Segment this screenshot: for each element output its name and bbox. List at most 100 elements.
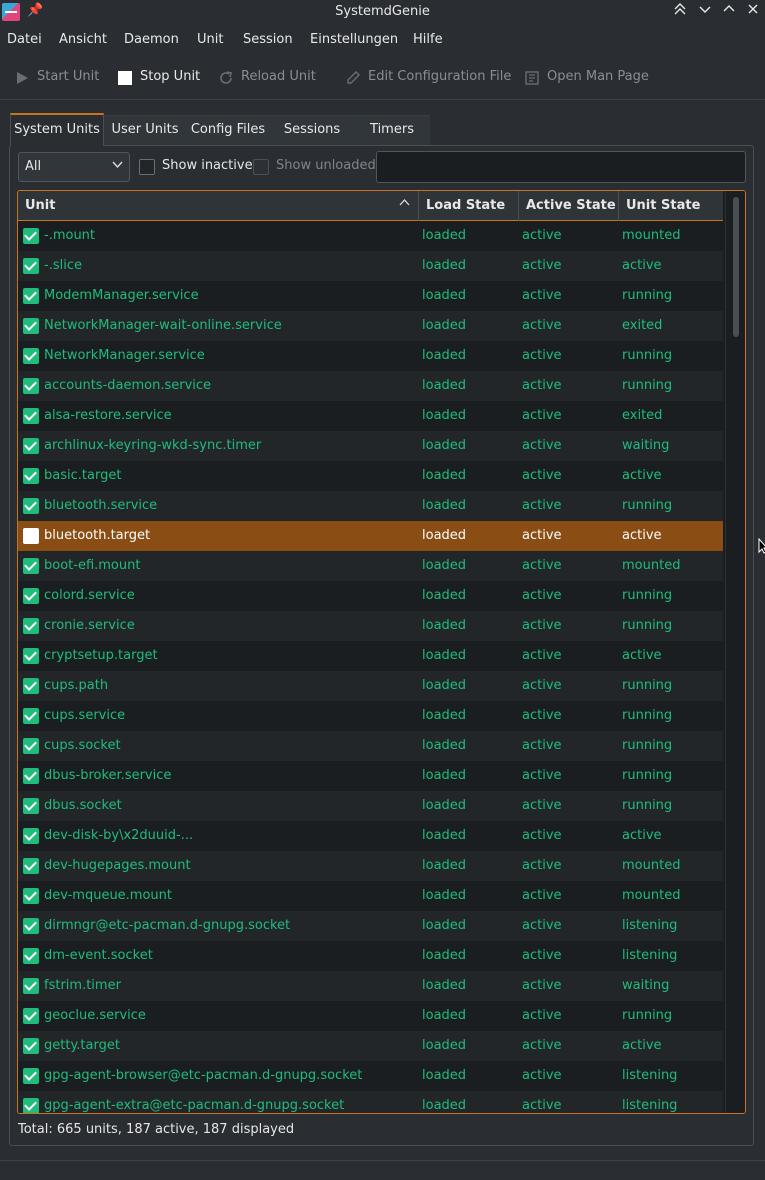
table-row[interactable]: alsa-restore.service loaded active exited <box>18 401 723 431</box>
table-row[interactable]: dbus-broker.service loaded active running <box>18 761 723 791</box>
active-state: active <box>522 498 562 513</box>
unit-state: running <box>622 678 673 693</box>
unit-state: mounted <box>622 888 681 903</box>
table-row[interactable]: ModemManager.service loaded active running <box>18 281 723 311</box>
reload-unit-button[interactable]: Reload Unit <box>218 68 318 88</box>
menu-daemon[interactable]: Daemon <box>124 32 179 47</box>
table-row[interactable]: basic.target loaded active active <box>18 461 723 491</box>
edit-configuration-file-button[interactable]: Edit Configuration File <box>345 68 511 88</box>
menu-unit[interactable]: Unit <box>197 32 223 47</box>
active-state: active <box>522 438 562 453</box>
check-icon <box>23 738 39 754</box>
menu-ansicht[interactable]: Ansicht <box>59 32 107 47</box>
column-header-unit-state[interactable]: Unit State <box>619 191 723 221</box>
table-row[interactable]: bluetooth.target loaded active active <box>18 521 723 551</box>
table-row[interactable]: cups.service loaded active running <box>18 701 723 731</box>
table-row[interactable]: dbus.socket loaded active running <box>18 791 723 821</box>
unit-name: dev-hugepages.mount <box>44 858 191 873</box>
table-row[interactable]: cronie.service loaded active running <box>18 611 723 641</box>
menu-datei[interactable]: Datei <box>7 32 42 47</box>
search-input[interactable] <box>376 151 746 183</box>
table-row[interactable]: -.slice loaded active active <box>18 251 723 281</box>
active-state: active <box>522 558 562 573</box>
vertical-scrollbar[interactable] <box>725 191 745 1113</box>
tab-sessions[interactable]: Sessions <box>270 115 354 145</box>
table-row[interactable]: cups.socket loaded active running <box>18 731 723 761</box>
active-state: active <box>522 768 562 783</box>
load-state: loaded <box>422 768 467 783</box>
table-row[interactable]: dev-mqueue.mount loaded active mounted <box>18 881 723 911</box>
scrollbar-thumb[interactable] <box>733 197 739 337</box>
table-row[interactable]: bluetooth.service loaded active running <box>18 491 723 521</box>
close-icon[interactable] <box>743 2 763 22</box>
unit-type-select[interactable]: All <box>18 152 130 182</box>
table-row[interactable]: gpg-agent-extra@etc-pacman.d-gnupg.socke… <box>18 1091 723 1113</box>
start-unit-button[interactable]: Start Unit <box>14 68 104 88</box>
unit-state: running <box>622 798 673 813</box>
table-row[interactable]: colord.service loaded active running <box>18 581 723 611</box>
unit-name: gpg-agent-browser@etc-pacman.d-gnupg.soc… <box>44 1068 363 1083</box>
menu-session[interactable]: Session <box>243 32 293 47</box>
table-row[interactable]: getty.target loaded active active <box>18 1031 723 1061</box>
unit-name: alsa-restore.service <box>44 408 172 423</box>
unit-name: gpg-agent-extra@etc-pacman.d-gnupg.socke… <box>44 1098 345 1113</box>
table-row[interactable]: NetworkManager-wait-online.service loaded… <box>18 311 723 341</box>
keep-above-icon[interactable] <box>670 2 690 22</box>
unit-name: bluetooth.service <box>44 498 158 513</box>
check-icon <box>23 618 39 634</box>
unit-state: listening <box>622 948 678 963</box>
play-icon <box>17 72 28 84</box>
table-row[interactable]: dm-event.socket loaded active listening <box>18 941 723 971</box>
show-unloaded-box[interactable] <box>253 159 269 175</box>
table-row[interactable]: dirmngr@etc-pacman.d-gnupg.socket loaded a… <box>18 911 723 941</box>
menu-hilfe[interactable]: Hilfe <box>413 32 443 47</box>
table-row[interactable]: geoclue.service loaded active running <box>18 1001 723 1031</box>
active-state: active <box>522 858 562 873</box>
tab-timers[interactable]: Timers <box>354 115 430 145</box>
table-row[interactable]: dev-hugepages.mount loaded active mounted <box>18 851 723 881</box>
active-state: active <box>522 228 562 243</box>
unit-name: NetworkManager.service <box>44 348 205 363</box>
unit-name: -.mount <box>44 228 96 243</box>
stop-unit-button[interactable]: Stop Unit <box>117 68 207 88</box>
table-row[interactable]: cryptsetup.target loaded active active <box>18 641 723 671</box>
load-state: loaded <box>422 378 467 393</box>
unit-name: dev-mqueue.mount <box>44 888 173 903</box>
unit-name: basic.target <box>44 468 122 483</box>
show-inactive-box[interactable] <box>139 159 155 175</box>
unit-state: running <box>622 288 673 303</box>
column-header-active-state[interactable]: Active State <box>519 191 619 221</box>
table-row[interactable]: boot-efi.mount loaded active mounted <box>18 551 723 581</box>
load-state: loaded <box>422 528 467 543</box>
unit-state: running <box>622 1008 673 1023</box>
row-status-box <box>23 528 39 544</box>
check-icon <box>23 498 39 514</box>
active-state: active <box>522 648 562 663</box>
table-row[interactable]: accounts-daemon.service loaded active runni… <box>18 371 723 401</box>
table-row[interactable]: fstrim.timer loaded active waiting <box>18 971 723 1001</box>
column-header-unit[interactable]: Unit <box>18 191 419 221</box>
minimize-icon[interactable] <box>695 2 715 22</box>
check-icon <box>23 918 39 934</box>
table-row[interactable]: -.mount loaded active mounted <box>18 221 723 251</box>
show-inactive-checkbox[interactable]: Show inactive <box>139 158 253 176</box>
table-row[interactable]: dev-disk-by\x2duuid-... loaded active activ… <box>18 821 723 851</box>
menu-einstellungen[interactable]: Einstellungen <box>310 32 398 47</box>
tab-config-files[interactable]: Config Files <box>186 115 270 145</box>
tab-system-units[interactable]: System Units <box>10 113 104 146</box>
check-icon <box>23 708 39 724</box>
open-man-page-button[interactable]: Open Man Page <box>524 68 649 88</box>
tab-user-units[interactable]: User Units <box>104 115 186 145</box>
table-row[interactable]: NetworkManager.service loaded active runnin… <box>18 341 723 371</box>
table-row[interactable]: gpg-agent-browser@etc-pacman.d-gnupg.soc… <box>18 1061 723 1091</box>
show-unloaded-checkbox[interactable]: Show unloaded <box>253 158 376 176</box>
check-icon <box>23 858 39 874</box>
load-state: loaded <box>422 948 467 963</box>
column-header-load-state[interactable]: Load State <box>419 191 519 221</box>
table-row[interactable]: cups.path loaded active running <box>18 671 723 701</box>
check-icon <box>23 888 39 904</box>
table-row[interactable]: archlinux-keyring-wkd-sync.timer loaded ac… <box>18 431 723 461</box>
active-state: active <box>522 888 562 903</box>
unit-state: listening <box>622 918 678 933</box>
maximize-icon[interactable] <box>719 2 739 22</box>
